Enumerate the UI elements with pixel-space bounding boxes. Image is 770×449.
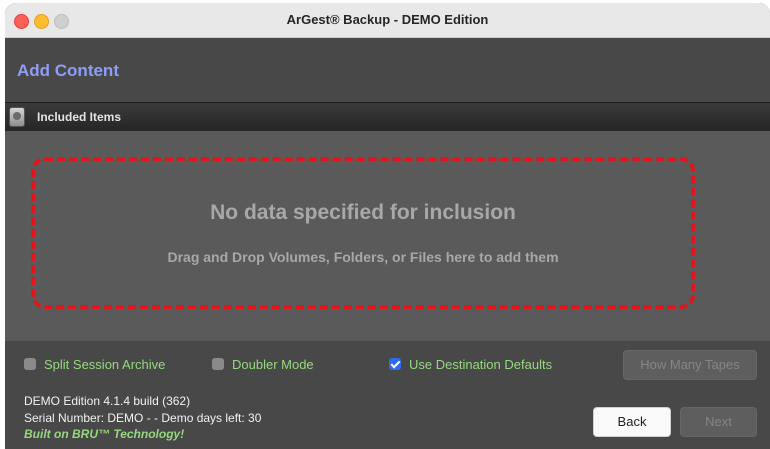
serial-number-info: Serial Number: DEMO - - Demo days left: … — [24, 411, 262, 425]
page-title: Add Content — [17, 61, 119, 80]
included-items-header: Included Items — [5, 102, 770, 132]
checkbox-checked-icon[interactable] — [389, 358, 401, 370]
included-items-area[interactable]: No data specified for inclusion Drag and… — [5, 131, 770, 341]
use-destination-defaults-label: Use Destination Defaults — [409, 357, 553, 372]
edition-info: DEMO Edition 4.1.4 build (362) — [24, 394, 191, 408]
options-panel: Split Session Archive Doubler Mode Use D… — [5, 341, 770, 449]
how-many-tapes-button[interactable]: How Many Tapes — [623, 350, 757, 380]
window-title: ArGest® Backup - DEMO Edition — [286, 12, 489, 27]
app-window: ArGest® Backup - DEMO Edition Add Conten… — [5, 3, 770, 449]
empty-state-hint: Drag and Drop Volumes, Folders, or Files… — [167, 249, 559, 265]
empty-state-title: No data specified for inclusion — [210, 201, 516, 224]
disk-icon — [9, 107, 25, 127]
checkbox-unchecked-icon[interactable] — [212, 358, 224, 370]
drop-zone[interactable]: No data specified for inclusion Drag and… — [31, 157, 695, 309]
split-session-archive-label: Split Session Archive — [44, 357, 166, 372]
bru-tagline: Built on BRU™ Technology! — [24, 427, 185, 441]
back-button[interactable]: Back — [593, 407, 671, 437]
included-items-label: Included Items — [37, 110, 122, 124]
doubler-mode-label: Doubler Mode — [232, 357, 314, 372]
next-button[interactable]: Next — [680, 407, 757, 437]
title-bar: ArGest® Backup - DEMO Edition — [5, 3, 770, 38]
checkbox-unchecked-icon[interactable] — [24, 358, 36, 370]
